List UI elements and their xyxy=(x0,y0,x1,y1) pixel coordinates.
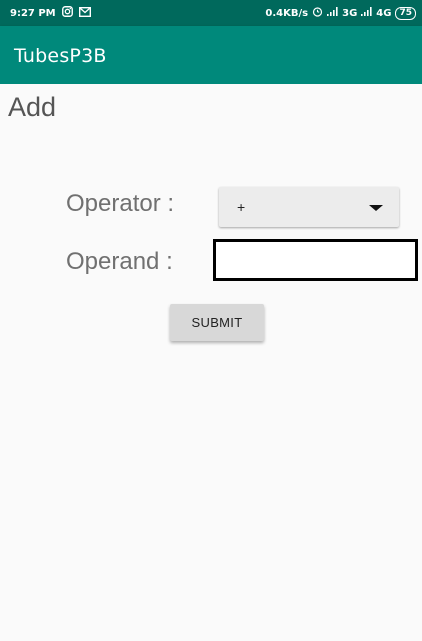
operator-selected-value: + xyxy=(237,199,246,215)
app-bar: TubesP3B xyxy=(0,26,422,84)
operator-label: Operator : xyxy=(66,190,175,217)
status-right: 0.4KB/s 3G 4G 75 xyxy=(265,6,416,21)
status-bar: 9:27 PM 0.4KB/s 3G 4G 75 xyxy=(0,0,422,26)
instagram-icon xyxy=(61,6,73,21)
operand-label: Operand : xyxy=(66,248,173,275)
app-title: TubesP3B xyxy=(14,45,107,67)
dropdown-arrow-icon xyxy=(369,205,383,211)
page-title: Add xyxy=(8,92,57,122)
mail-icon xyxy=(78,6,91,21)
signal-icon xyxy=(327,7,338,20)
operand-input[interactable] xyxy=(213,239,418,281)
signal-1-label: 3G xyxy=(342,8,358,19)
status-time: 9:27 PM xyxy=(10,8,56,19)
alarm-icon xyxy=(312,6,323,21)
signal-2-label: 4G xyxy=(376,8,392,19)
submit-button[interactable]: SUBMIT xyxy=(170,304,264,341)
battery-icon: 75 xyxy=(395,7,416,20)
operator-spinner[interactable]: + xyxy=(219,187,399,227)
network-speed: 0.4KB/s xyxy=(265,8,309,19)
main-content: Add Operator : + Operand : SUBMIT xyxy=(0,84,422,641)
status-left: 9:27 PM xyxy=(10,6,91,21)
signal-icon xyxy=(361,7,372,20)
